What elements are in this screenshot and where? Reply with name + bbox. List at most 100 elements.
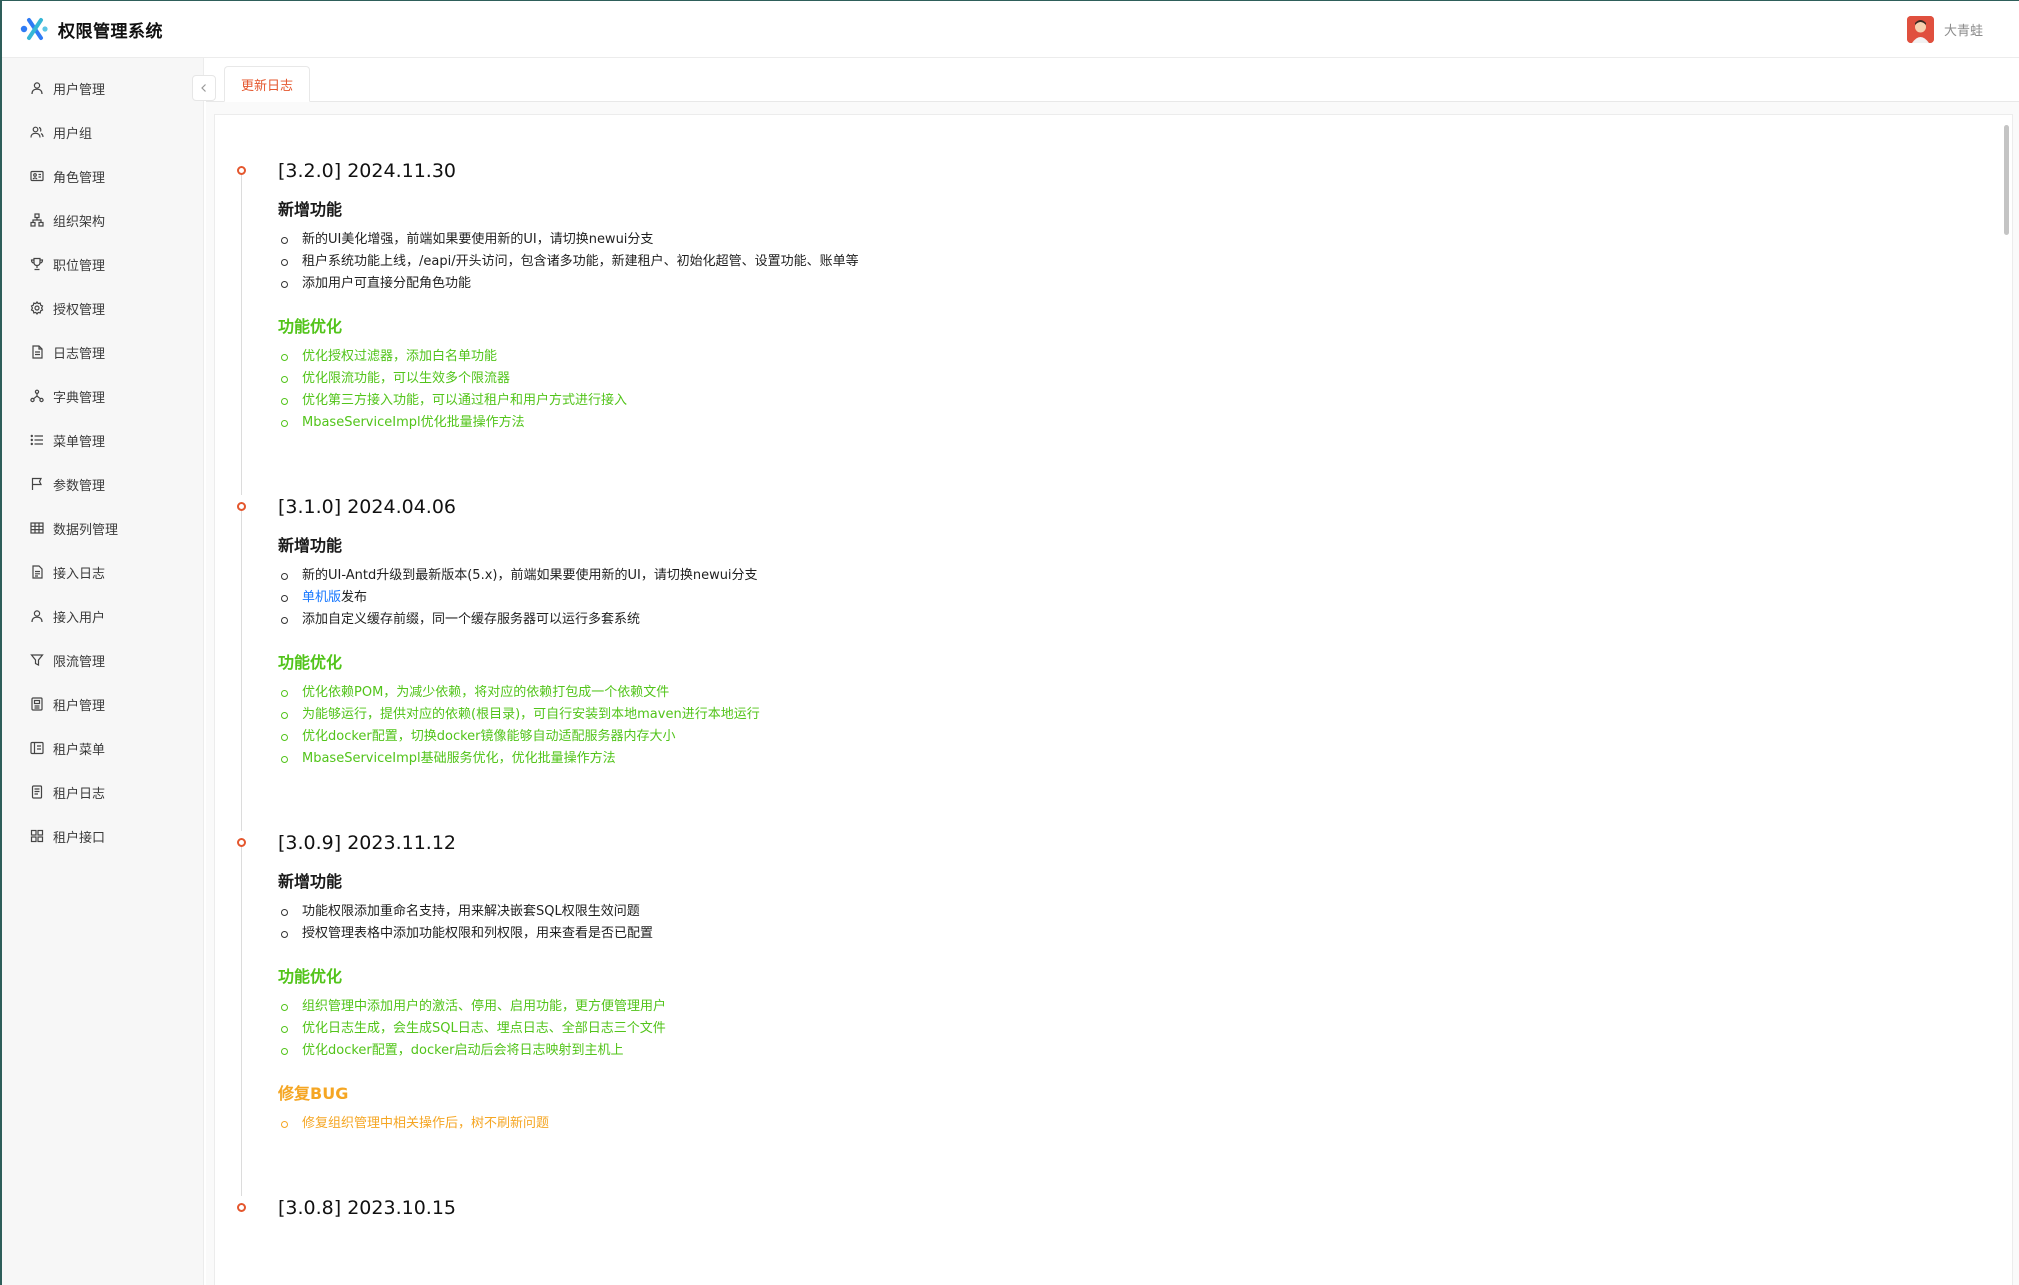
timeline-entry: [3.1.0] 2024.04.06 新增功能 新的UI-Antd升级到最新版本… (237, 495, 1992, 831)
section-title-new: 新增功能 (278, 536, 343, 555)
sidebar-item-authorization[interactable]: 授权管理 (2, 286, 203, 330)
new-feature-list: 功能权限添加重命名支持，用来解决嵌套SQL权限生效问题 授权管理表格中添加功能权… (278, 901, 1992, 945)
sidebar-item-label: 租户菜单 (53, 742, 106, 758)
filter-icon (30, 654, 44, 666)
scrollbar-thumb[interactable] (2004, 125, 2009, 235)
list-item: 新的UI-Antd升级到最新版本(5.x)，前端如果要使用新的UI，请切换new… (278, 565, 1992, 587)
list-item: 功能权限添加重命名支持，用来解决嵌套SQL权限生效问题 (278, 901, 1992, 923)
sidebar-item-label: 授权管理 (53, 302, 106, 318)
flag-icon (31, 477, 42, 490)
list-item: 新的UI美化增强，前端如果要使用新的UI，请切换newui分支 (278, 229, 1992, 251)
user-icon (31, 82, 43, 95)
sidebar-item-label: 接入用户 (53, 610, 106, 626)
sidebar-item-tenant-management[interactable]: 租户管理 (2, 682, 203, 726)
list-item: 优化docker配置，docker启动后会将日志映射到主机上 (278, 1040, 1992, 1062)
list-icon (30, 434, 43, 446)
list-item: 优化授权过滤器，添加白名单功能 (278, 346, 1992, 368)
app-window: 权限管理系统 大青蛙 用户管理 用户组 角色管理 组织架构 职位管理 授权管理 … (0, 0, 2019, 1285)
user-icon (31, 610, 43, 623)
new-feature-list: 新的UI美化增强，前端如果要使用新的UI，请切换newui分支 租户系统功能上线… (278, 229, 1992, 295)
sidebar-item-data-column[interactable]: 数据列管理 (2, 506, 203, 550)
optimize-list: 优化授权过滤器，添加白名单功能 优化限流功能，可以生效多个限流器 优化第三方接入… (278, 346, 1992, 434)
sidebar-item-rate-limit[interactable]: 限流管理 (2, 638, 203, 682)
trophy-icon (30, 257, 44, 271)
avatar[interactable] (1906, 15, 1934, 43)
sidebar-item-label: 接入日志 (53, 566, 106, 582)
section-title-bugfix: 修复BUG (278, 1084, 349, 1103)
sidebar-item-user-group[interactable]: 用户组 (2, 110, 203, 154)
section-title-new: 新增功能 (278, 872, 343, 891)
top-header: 权限管理系统 大青蛙 (2, 1, 2019, 58)
tab-changelog[interactable]: 更新日志 (224, 66, 311, 102)
sidebar-item-tenant-menu[interactable]: 租户菜单 (2, 726, 203, 770)
sidebar-item-tenant-log[interactable]: 租户日志 (2, 770, 203, 814)
version-heading: [3.0.8] 2023.10.15 (278, 1197, 456, 1219)
doc-icon (31, 785, 43, 799)
avatar-image-icon (1906, 15, 1934, 43)
table-icon (30, 522, 44, 534)
sidebar-item-user-management[interactable]: 用户管理 (2, 66, 203, 110)
id-card-icon (30, 170, 44, 182)
version-heading: [3.1.0] 2024.04.06 (278, 496, 456, 518)
brand[interactable]: 权限管理系统 (18, 13, 163, 45)
optimize-list: 优化依赖POM，为减少依赖，将对应的依赖打包成一个依赖文件 为能够运行，提供对应… (278, 682, 1992, 770)
chevron-left-icon (201, 84, 206, 92)
version-heading: [3.0.9] 2023.11.12 (278, 832, 456, 854)
file-icon (32, 345, 43, 359)
sidebar-item-access-log[interactable]: 接入日志 (2, 550, 203, 594)
changelog-card: [3.2.0] 2024.11.30 新增功能 新的UI美化增强，前端如果要使用… (214, 114, 2013, 1285)
form-icon (31, 697, 43, 711)
sidebar-item-label: 数据列管理 (53, 522, 119, 538)
network-icon (30, 389, 44, 403)
sidebar-item-parameter[interactable]: 参数管理 (2, 462, 203, 506)
list-item-text: 发布 (341, 590, 368, 605)
timeline-dot-icon (237, 1203, 246, 1212)
bugfix-list: 修复组织管理中相关操作后，树不刷新问题 (278, 1113, 1992, 1135)
timeline-dot-icon (237, 838, 246, 847)
sidebar-item-tenant-api[interactable]: 租户接口 (2, 814, 203, 858)
section-title-optimize: 功能优化 (278, 653, 343, 672)
timeline-dot-icon (237, 166, 246, 175)
sidebar-item-label: 限流管理 (53, 654, 106, 670)
sidebar-item-label: 租户日志 (53, 786, 106, 802)
sidebar-item-log-management[interactable]: 日志管理 (2, 330, 203, 374)
list-item: 优化第三方接入功能，可以通过租户和用户方式进行接入 (278, 390, 1992, 412)
sidebar-item-label: 菜单管理 (53, 434, 106, 450)
sidebar-item-label: 角色管理 (53, 170, 106, 186)
sidebar: 用户管理 用户组 角色管理 组织架构 职位管理 授权管理 日志管理 字典管理 菜… (2, 58, 204, 1285)
list-item: MbaseServiceImpl基础服务优化，优化批量操作方法 (278, 748, 1992, 770)
tab-bar: 更新日志 (206, 58, 2019, 102)
sidebar-item-access-user[interactable]: 接入用户 (2, 594, 203, 638)
app-logo-icon (20, 18, 48, 40)
list-item: 添加自定义缓存前缀，同一个缓存服务器可以运行多套系统 (278, 609, 1992, 631)
user-name[interactable]: 大青蛙 (1944, 20, 1983, 39)
sidebar-item-position[interactable]: 职位管理 (2, 242, 203, 286)
sidebar-collapse-button[interactable] (192, 75, 216, 101)
sidebar-item-label: 职位管理 (53, 258, 106, 274)
user-menu[interactable]: 大青蛙 (1906, 15, 1983, 43)
list-item: 添加用户可直接分配角色功能 (278, 273, 1992, 295)
changelog-timeline: [3.2.0] 2024.11.30 新增功能 新的UI美化增强，前端如果要使用… (237, 159, 1992, 1276)
app-title: 权限管理系统 (58, 21, 163, 42)
file-text-icon (32, 565, 43, 579)
sidebar-item-label: 租户接口 (53, 830, 106, 846)
timeline-entry: [3.0.8] 2023.10.15 (237, 1196, 1992, 1276)
sidebar-item-dictionary[interactable]: 字典管理 (2, 374, 203, 418)
sidebar-item-label: 字典管理 (53, 390, 106, 406)
standalone-link[interactable]: 单机版 (302, 590, 341, 605)
new-feature-list: 新的UI-Antd升级到最新版本(5.x)，前端如果要使用新的UI，请切换new… (278, 565, 1992, 631)
timeline-entry: [3.0.9] 2023.11.12 新增功能 功能权限添加重命名支持，用来解决… (237, 831, 1992, 1196)
list-item: 组织管理中添加用户的激活、停用、启用功能，更方便管理用户 (278, 996, 1992, 1018)
sidebar-item-label: 用户管理 (53, 82, 106, 98)
timeline-dot-icon (237, 502, 246, 511)
main-content: [3.2.0] 2024.11.30 新增功能 新的UI美化增强，前端如果要使用… (206, 102, 2019, 1285)
sidebar-item-role-management[interactable]: 角色管理 (2, 154, 203, 198)
sidebar-item-organization[interactable]: 组织架构 (2, 198, 203, 242)
list-item: MbaseServiceImpl优化批量操作方法 (278, 412, 1992, 434)
sidebar-item-menu-management[interactable]: 菜单管理 (2, 418, 203, 462)
list-item: 租户系统功能上线，/eapi/开头访问，包含诸多功能，新建租户、初始化超管、设置… (278, 251, 1992, 273)
grid-icon (30, 829, 44, 843)
list-item: 授权管理表格中添加功能权限和列权限，用来查看是否已配置 (278, 923, 1992, 945)
section-title-new: 新增功能 (278, 200, 343, 219)
window-icon (30, 741, 44, 755)
